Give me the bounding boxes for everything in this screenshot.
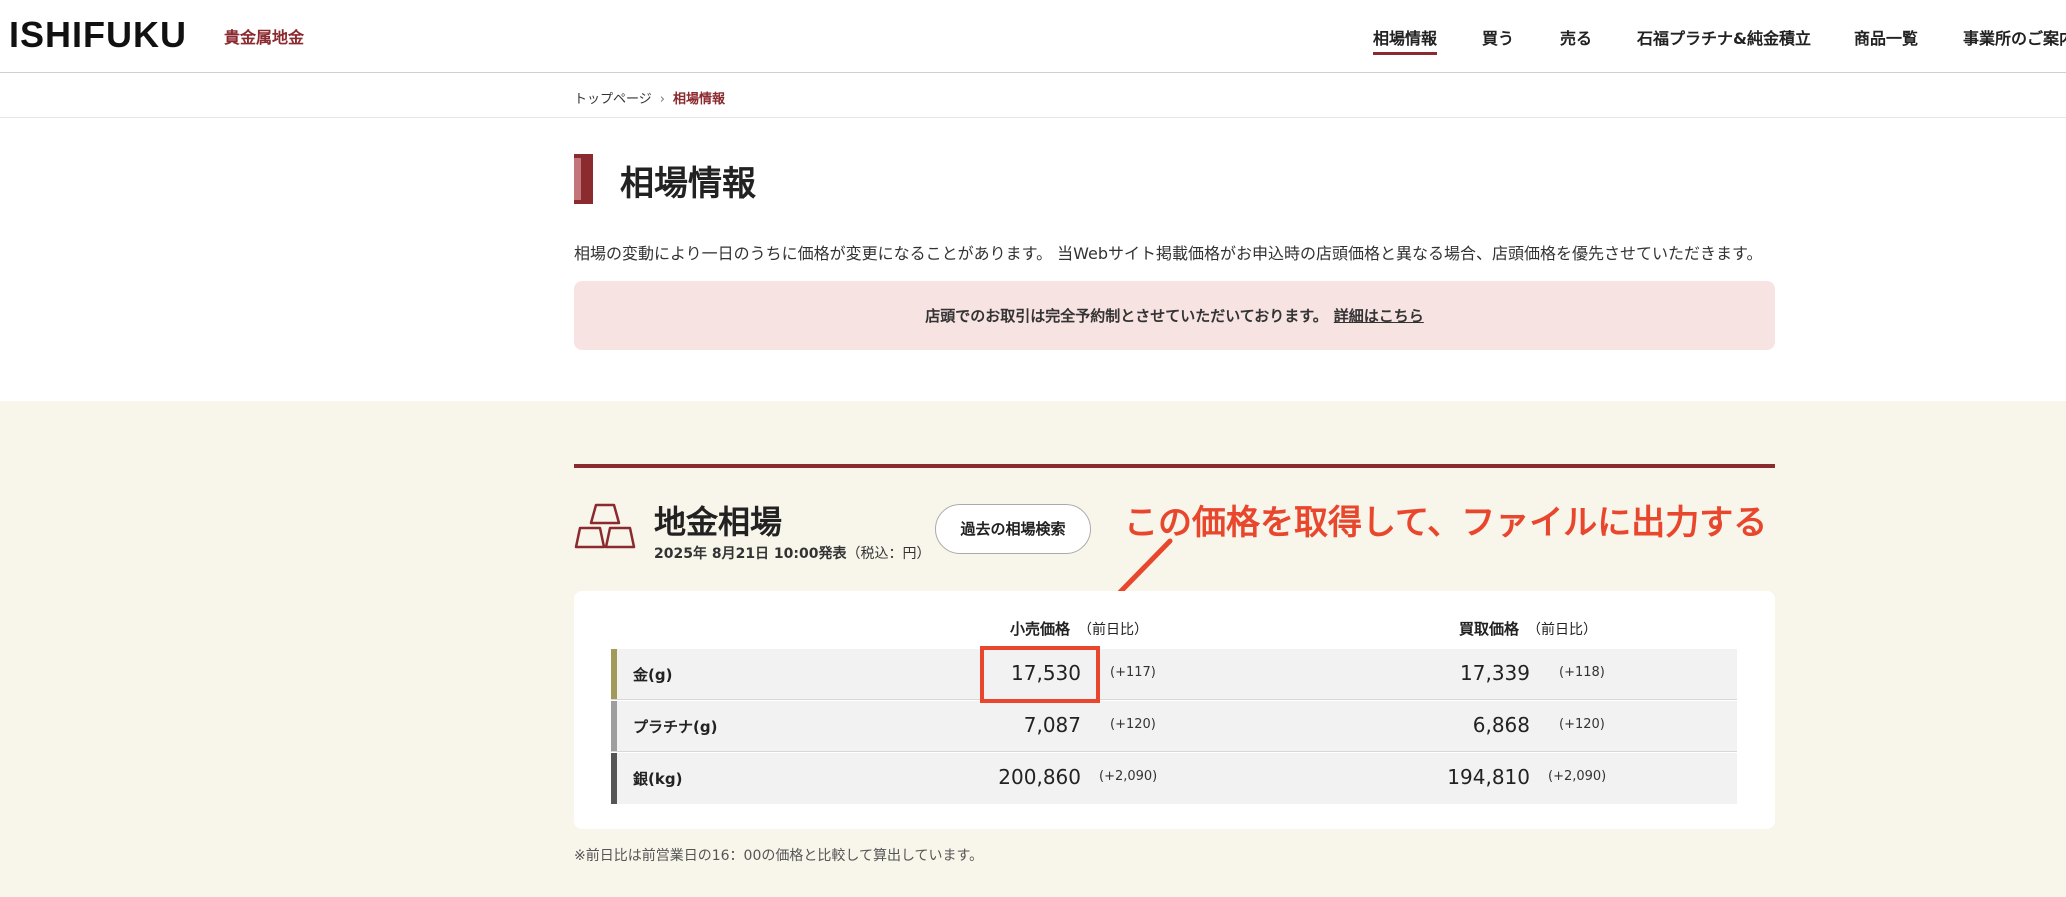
nav-item-products[interactable]: 商品一覧 bbox=[1854, 25, 1918, 49]
table-row-platinum: プラチナ(g) 7,087 (+120) 6,868 (+120) bbox=[611, 701, 1737, 752]
table-row-gold: 金(g) 17,530 (+117) 17,339 (+118) bbox=[611, 649, 1737, 700]
price-table: 小売価格 （前日比） 買取価格 （前日比） 金(g) 17,530 (+117) 1… bbox=[574, 591, 1775, 829]
buy-price: 194,810 bbox=[1447, 765, 1530, 789]
retail-price: 200,860 bbox=[998, 765, 1081, 789]
row-color-bar bbox=[611, 701, 617, 751]
title-bar-icon bbox=[574, 154, 596, 204]
notice-details-link[interactable]: 詳細はこちら bbox=[1334, 307, 1424, 325]
metal-name: 金(g) bbox=[633, 666, 673, 684]
reservation-notice: 店頭でのお取引は完全予約制とさせていただいております。 詳細はこちら bbox=[574, 281, 1775, 350]
nav-item-sell[interactable]: 売る bbox=[1560, 25, 1592, 49]
retail-price: 7,087 bbox=[1023, 713, 1081, 737]
buy-change: (+118) bbox=[1559, 665, 1605, 680]
footnote: ※前日比は前営業日の16：00の価格と比較して算出しています。 bbox=[574, 848, 984, 864]
publish-date: 2025年 8月21日 10:00発表 bbox=[654, 546, 847, 562]
header-retail: 小売価格 （前日比） bbox=[1010, 620, 1149, 638]
annotation-text: この価格を取得して、ファイルに出力する bbox=[1124, 503, 1768, 543]
market-date: 2025年 8月21日 10:00発表（税込：円） bbox=[654, 543, 931, 563]
logo-subtitle[interactable]: 貴金属地金 bbox=[224, 24, 304, 48]
retail-change: (+2,090) bbox=[1099, 769, 1158, 784]
table-row-silver: 銀(kg) 200,860 (+2,090) 194,810 (+2,090) bbox=[611, 753, 1737, 804]
metal-name: プラチナ(g) bbox=[633, 718, 718, 736]
notice-text: 店頭でのお取引は完全予約制とさせていただいております。 bbox=[925, 307, 1328, 325]
site-logo[interactable]: ISHIFUKU bbox=[9, 14, 187, 56]
breadcrumb-bar: トップページ › 相場情報 bbox=[0, 74, 2066, 118]
metal-name: 銀(kg) bbox=[633, 770, 683, 788]
buy-price: 17,339 bbox=[1460, 661, 1530, 685]
buy-price: 6,868 bbox=[1472, 713, 1530, 737]
annotation-highlight-box bbox=[980, 646, 1100, 703]
buy-change: (+2,090) bbox=[1548, 769, 1607, 784]
breadcrumb-home[interactable]: トップページ bbox=[574, 92, 652, 107]
tax-note: （税込：円） bbox=[846, 546, 931, 562]
header-buy: 買取価格 （前日比） bbox=[1459, 620, 1598, 638]
breadcrumb-chevron-icon: › bbox=[659, 92, 665, 107]
retail-change: (+117) bbox=[1110, 665, 1156, 680]
page-title: 相場情報 bbox=[620, 164, 756, 204]
row-color-bar bbox=[611, 753, 617, 804]
site-header: ISHIFUKU 貴金属地金 相場情報 買う 売る 石福プラチナ&純金積立 商品… bbox=[0, 0, 2066, 73]
nav-item-savings[interactable]: 石福プラチナ&純金積立 bbox=[1637, 25, 1811, 49]
row-color-bar bbox=[611, 649, 617, 699]
nav-item-buy[interactable]: 買う bbox=[1482, 25, 1514, 49]
buy-change: (+120) bbox=[1559, 717, 1605, 732]
market-title: 地金相場 bbox=[654, 503, 783, 541]
intro-text: 相場の変動により一日のうちに価格が変更になることがあります。 当Webサイト掲載… bbox=[574, 244, 1763, 263]
nav-item-offices[interactable]: 事業所のご案内 bbox=[1963, 25, 2066, 49]
nav-item-market[interactable]: 相場情報 bbox=[1373, 25, 1438, 55]
breadcrumb-current: 相場情報 bbox=[672, 92, 725, 107]
section-divider bbox=[574, 464, 1775, 468]
gold-bars-icon bbox=[574, 503, 636, 549]
breadcrumb: トップページ › 相場情報 bbox=[574, 88, 725, 107]
retail-change: (+120) bbox=[1110, 717, 1156, 732]
